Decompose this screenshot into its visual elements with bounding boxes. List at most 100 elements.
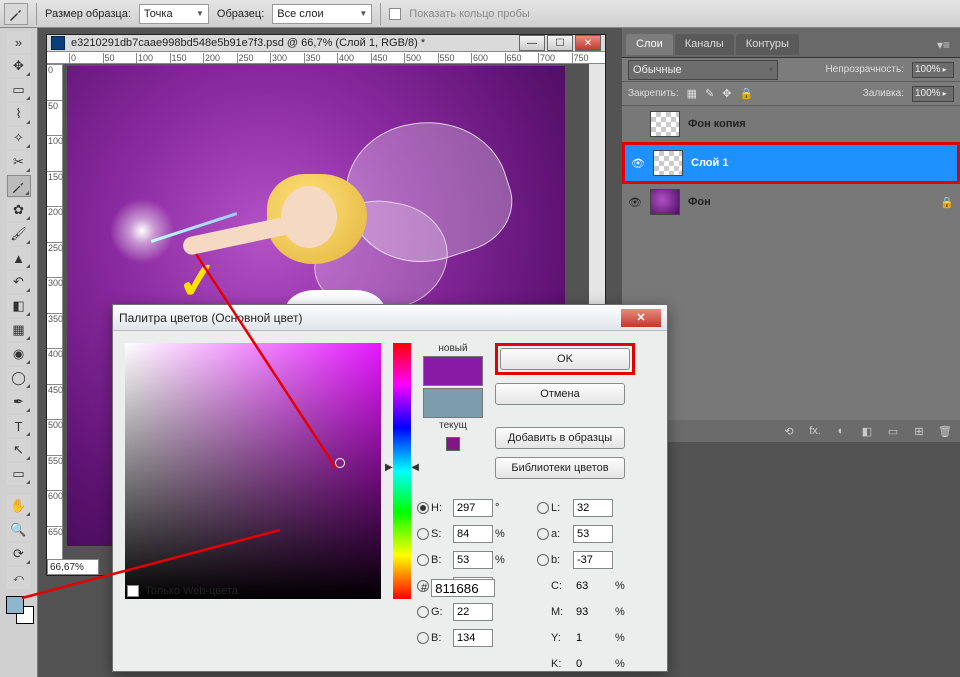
- visibility-toggle[interactable]: 👁: [628, 196, 642, 209]
- show-ring-checkbox[interactable]: [389, 8, 401, 20]
- bv-input[interactable]: [453, 551, 493, 569]
- foreground-color-swatch[interactable]: [6, 596, 24, 614]
- layer-name[interactable]: Фон: [688, 196, 711, 208]
- websafe-warning-icon[interactable]: [446, 437, 460, 451]
- saturation-value-field[interactable]: [125, 343, 381, 599]
- magic-wand-tool[interactable]: ✧: [7, 127, 31, 149]
- history-brush-tool[interactable]: ↶: [7, 271, 31, 293]
- panel-footer-button[interactable]: 🗑: [936, 425, 954, 438]
- vertical-ruler[interactable]: 050100150200250300350400450500550600650: [47, 64, 63, 561]
- shape-tool[interactable]: ▭: [7, 463, 31, 485]
- s-radio[interactable]: [417, 528, 429, 540]
- lasso-tool[interactable]: ⌇: [7, 103, 31, 125]
- marquee-tool[interactable]: ▭: [7, 79, 31, 101]
- healing-brush-tool[interactable]: ✿: [7, 199, 31, 221]
- bch-input[interactable]: [453, 629, 493, 647]
- horizontal-ruler[interactable]: 0501001502002503003504004505005506006507…: [47, 52, 605, 64]
- l-input[interactable]: [573, 499, 613, 517]
- color-libraries-button[interactable]: Библиотеки цветов: [495, 457, 625, 479]
- opacity-input[interactable]: 100%▸: [912, 62, 954, 78]
- sample-size-dropdown[interactable]: Точка ▼: [139, 4, 209, 24]
- gradient-tool[interactable]: ▦: [7, 319, 31, 341]
- eyedropper-tool[interactable]: [7, 175, 31, 197]
- layer-name[interactable]: Фон копия: [688, 118, 746, 130]
- clone-stamp-tool[interactable]: ▲: [7, 247, 31, 269]
- dialog-titlebar[interactable]: Палитра цветов (Основной цвет) ✕: [113, 305, 667, 331]
- h-input[interactable]: [453, 499, 493, 517]
- crop-tool[interactable]: ✂: [7, 151, 31, 173]
- hue-slider-thumb[interactable]: ▶◀: [385, 462, 419, 473]
- fill-input[interactable]: 100%▸: [912, 86, 954, 102]
- cancel-button[interactable]: Отмена: [495, 383, 625, 405]
- lab-b-input[interactable]: [573, 551, 613, 569]
- s-input[interactable]: [453, 525, 493, 543]
- layer-thumbnail[interactable]: [650, 111, 680, 137]
- b-radio[interactable]: [417, 554, 429, 566]
- layer-name[interactable]: Слой 1: [691, 157, 728, 169]
- a-radio[interactable]: [537, 528, 549, 540]
- layer-thumbnail[interactable]: [653, 150, 683, 176]
- layer-row[interactable]: 👁 Слой 1: [625, 145, 957, 181]
- hex-input[interactable]: [431, 579, 495, 597]
- add-to-swatches-button[interactable]: Добавить в образцы: [495, 427, 625, 449]
- visibility-toggle[interactable]: 👁: [631, 157, 645, 170]
- sample-layers-value: Все слои: [277, 8, 323, 20]
- color-swatches[interactable]: [4, 594, 34, 628]
- blur-tool[interactable]: ◉: [7, 343, 31, 365]
- tab-layers[interactable]: Слои: [626, 34, 673, 55]
- bch-radio[interactable]: [417, 632, 429, 644]
- minimize-button[interactable]: —: [519, 35, 545, 51]
- g-input[interactable]: [453, 603, 493, 621]
- eraser-tool[interactable]: ◧: [7, 295, 31, 317]
- panel-footer-button[interactable]: ◧: [858, 425, 876, 438]
- h-radio[interactable]: [417, 502, 429, 514]
- color-swap-icon[interactable]: ⤺: [7, 567, 31, 589]
- document-titlebar[interactable]: e3210291db7caae998bd548e5b91e7f3.psd @ 6…: [47, 35, 605, 52]
- ok-button[interactable]: OK: [500, 348, 630, 370]
- annotation-highlight: 👁 Слой 1: [622, 142, 960, 184]
- eyedropper-tool-icon[interactable]: [4, 3, 28, 25]
- y-input[interactable]: [573, 629, 613, 647]
- move-tool[interactable]: ✥: [7, 55, 31, 77]
- pen-tool[interactable]: ✒: [7, 391, 31, 413]
- dialog-close-button[interactable]: ✕: [621, 309, 661, 327]
- blend-mode-dropdown[interactable]: Обычные ▾: [628, 60, 778, 80]
- rotate-view-tool[interactable]: ⟳: [7, 543, 31, 565]
- lock-pixels-icon[interactable]: ✎: [705, 87, 714, 100]
- a-input[interactable]: [573, 525, 613, 543]
- panel-footer-button[interactable]: ◐: [832, 425, 850, 437]
- hand-tool[interactable]: ✋: [7, 495, 31, 517]
- type-tool[interactable]: T: [7, 415, 31, 437]
- panel-footer-button[interactable]: ⊞: [910, 425, 928, 438]
- layer-thumbnail[interactable]: [650, 189, 680, 215]
- layer-row[interactable]: Фон копия: [622, 106, 960, 142]
- panel-menu-icon[interactable]: ▾≡: [931, 36, 956, 54]
- panel-footer-button[interactable]: fx.: [806, 425, 824, 437]
- zoom-level[interactable]: 66,67%: [47, 559, 99, 575]
- current-color-swatch[interactable]: [423, 388, 483, 418]
- g-radio[interactable]: [417, 606, 429, 618]
- maximize-button[interactable]: ☐: [547, 35, 573, 51]
- web-colors-checkbox[interactable]: [127, 585, 139, 597]
- tab-channels[interactable]: Каналы: [675, 34, 734, 55]
- tab-paths[interactable]: Контуры: [736, 34, 799, 55]
- c-input[interactable]: [573, 577, 613, 595]
- path-selection-tool[interactable]: ↖: [7, 439, 31, 461]
- panel-footer-button[interactable]: ⟲: [780, 425, 798, 438]
- lock-all-icon[interactable]: 🔒: [740, 87, 754, 100]
- collapse-icon[interactable]: »: [7, 31, 31, 53]
- sample-layers-dropdown[interactable]: Все слои ▼: [272, 4, 372, 24]
- l-radio[interactable]: [537, 502, 549, 514]
- dodge-tool[interactable]: ◯: [7, 367, 31, 389]
- panel-footer-button[interactable]: ▭: [884, 425, 902, 438]
- hue-slider[interactable]: ▶◀: [393, 343, 411, 599]
- brush-tool[interactable]: 🖌: [7, 223, 31, 245]
- lab-b-radio[interactable]: [537, 554, 549, 566]
- layer-row[interactable]: 👁Фон🔒: [622, 184, 960, 220]
- close-button[interactable]: ✕: [575, 35, 601, 51]
- lock-position-icon[interactable]: ✥: [722, 87, 731, 100]
- k-input[interactable]: [573, 655, 613, 673]
- zoom-tool[interactable]: 🔍: [7, 519, 31, 541]
- lock-transparency-icon[interactable]: ▦: [687, 87, 697, 100]
- m-input[interactable]: [573, 603, 613, 621]
